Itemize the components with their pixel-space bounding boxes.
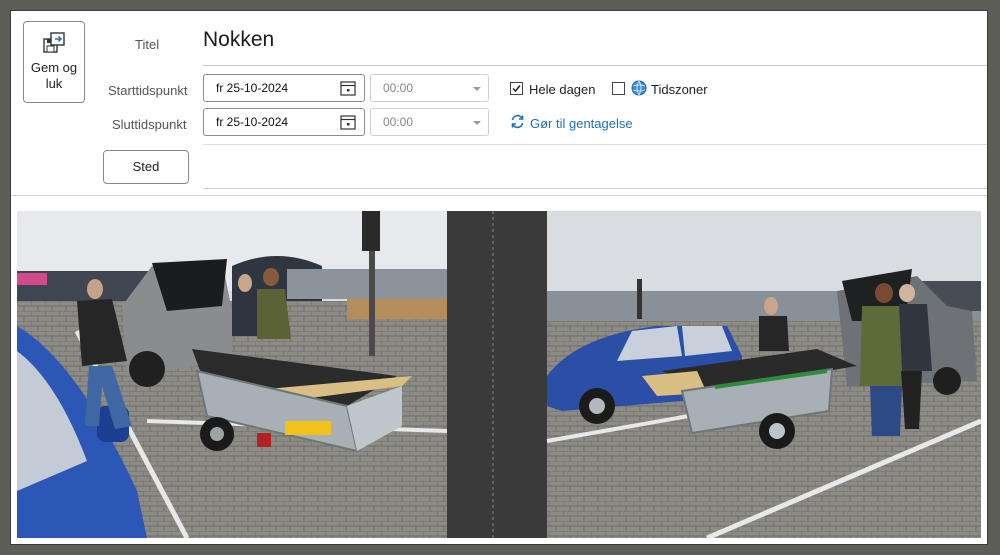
title-underline	[203, 65, 987, 66]
form-divider	[11, 195, 987, 196]
photo-left	[17, 211, 448, 538]
appointment-window: Gem og luk Titel Nokken Starttidspunkt f…	[10, 10, 988, 545]
appointment-form: Gem og luk Titel Nokken Starttidspunkt f…	[11, 11, 987, 195]
calendar-icon[interactable]	[340, 80, 356, 96]
end-date-value: fr 25-10-2024	[216, 115, 289, 129]
start-date-field[interactable]: fr 25-10-2024	[203, 74, 365, 102]
calendar-icon[interactable]	[340, 114, 356, 130]
all-day-checkbox[interactable]	[510, 82, 523, 95]
start-date-value: fr 25-10-2024	[216, 81, 289, 95]
title-field[interactable]: Nokken	[203, 28, 274, 52]
image-gutter	[447, 211, 547, 538]
timezones-checkbox[interactable]	[612, 82, 625, 95]
photo-right	[546, 211, 981, 538]
all-day-label: Hele dagen	[529, 82, 596, 97]
chevron-down-icon	[473, 121, 481, 125]
location-field-underline[interactable]	[203, 188, 987, 189]
location-button[interactable]: Sted	[103, 150, 189, 184]
end-label: Sluttidspunkt	[112, 117, 187, 132]
end-time-value: 00:00	[383, 115, 414, 129]
end-date-field[interactable]: fr 25-10-2024	[203, 108, 365, 136]
save-and-close-label: Gem og luk	[30, 60, 78, 91]
embedded-photo	[17, 211, 981, 538]
divider	[203, 144, 987, 145]
repeat-icon[interactable]	[510, 114, 525, 129]
start-label: Starttidspunkt	[108, 83, 188, 98]
save-and-close-button[interactable]: Gem og luk	[23, 21, 85, 103]
timezones-label: Tidszoner	[651, 82, 708, 97]
title-label: Titel	[135, 37, 160, 52]
end-time-select[interactable]: 00:00	[370, 108, 489, 136]
start-time-value: 00:00	[383, 81, 414, 95]
chevron-down-icon	[473, 87, 481, 91]
save-close-icon	[43, 32, 65, 53]
checkmark-icon	[512, 85, 521, 93]
make-recurring-link[interactable]: Gør til gentagelse	[530, 116, 633, 131]
start-time-select[interactable]: 00:00	[370, 74, 489, 102]
globe-icon	[631, 80, 647, 96]
